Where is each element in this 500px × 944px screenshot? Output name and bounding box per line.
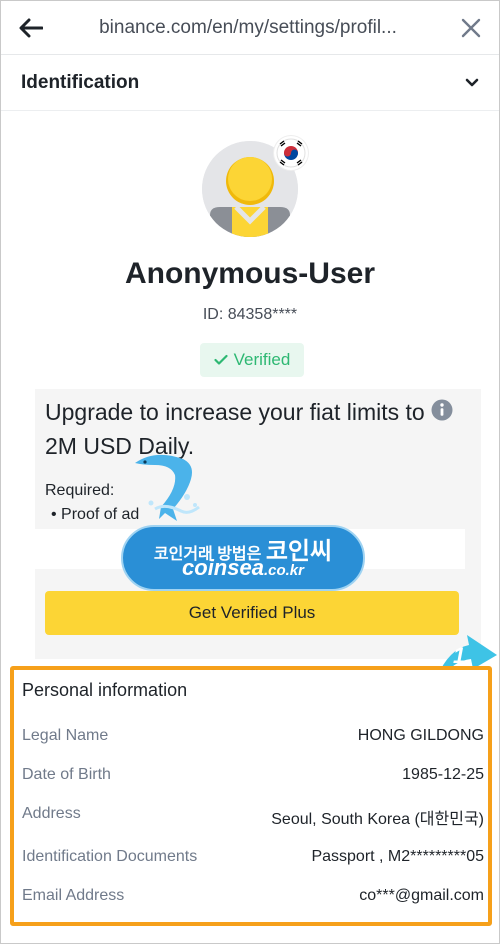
required-item: • Proof of ad	[51, 506, 140, 523]
close-button[interactable]	[443, 1, 499, 55]
personal-information-panel: Personal information Legal Name HONG GIL…	[10, 666, 492, 926]
upgrade-title: Upgrade to increase your fiat limits to …	[45, 399, 425, 459]
country-flag-badge	[274, 136, 308, 170]
checkmark-icon	[214, 354, 228, 365]
close-icon	[461, 18, 481, 37]
info-row-date-of-birth: Date of Birth 1985-12-25	[22, 766, 484, 784]
back-button[interactable]	[1, 1, 61, 55]
info-label: Address	[22, 805, 81, 822]
info-row-identification-documents: Identification Documents Passport , M2**…	[22, 848, 484, 866]
info-icon[interactable]	[431, 399, 453, 421]
upgrade-card: Upgrade to increase your fiat limits to …	[35, 389, 481, 659]
url-text[interactable]: binance.com/en/my/settings/profil...	[61, 17, 443, 39]
required-item-text: Proof of ad	[61, 506, 140, 523]
required-row-placeholder	[35, 529, 465, 569]
required-label: Required:	[45, 482, 115, 499]
identification-header[interactable]: Identification	[1, 55, 499, 111]
arrow-left-icon	[19, 18, 43, 37]
info-label: Date of Birth	[22, 766, 111, 783]
info-row-legal-name: Legal Name HONG GILDONG	[22, 727, 484, 745]
section-title: Identification	[21, 71, 140, 93]
personal-info-title: Personal information	[22, 680, 188, 700]
verified-badge: Verified	[200, 343, 304, 377]
info-row-email-address: Email Address co***@gmail.com	[22, 887, 484, 905]
info-row-address: Address Seoul, South Korea (대한민국)	[22, 805, 484, 829]
info-value: Seoul, South Korea (대한민국)	[271, 811, 484, 828]
chevron-down-icon[interactable]	[465, 78, 479, 88]
user-id: ID: 84358****	[202, 306, 298, 323]
get-verified-plus-button[interactable]: Get Verified Plus	[45, 591, 459, 635]
info-label: Email Address	[22, 887, 125, 904]
info-label: Legal Name	[22, 727, 109, 744]
browser-url-bar: binance.com/en/my/settings/profil...	[1, 1, 499, 55]
info-label: Identification Documents	[22, 848, 198, 865]
annotation-number: 1	[453, 643, 465, 668]
verified-label: Verified	[233, 350, 291, 369]
app-frame: binance.com/en/my/settings/profil... Ide…	[0, 0, 500, 944]
info-value: 1985-12-25	[402, 766, 484, 783]
info-value: HONG GILDONG	[357, 727, 484, 744]
info-value: Passport , M2*********05	[311, 848, 484, 865]
south-korea-flag-icon	[276, 138, 306, 168]
username: Anonymous-User	[124, 257, 376, 290]
info-value: co***@gmail.com	[359, 887, 484, 904]
